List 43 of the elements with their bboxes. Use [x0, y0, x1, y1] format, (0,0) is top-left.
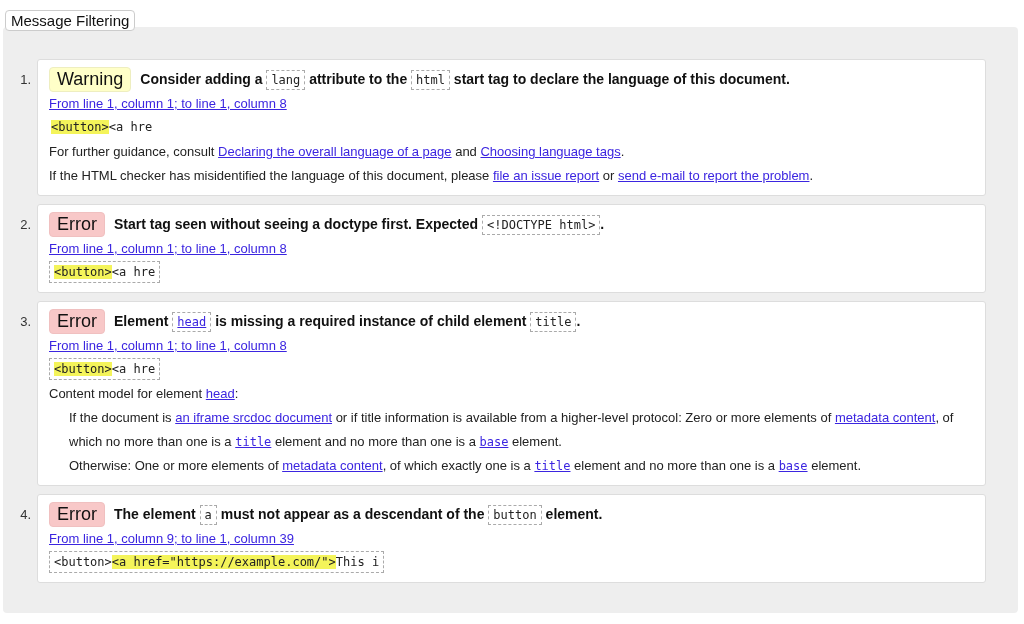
link[interactable]: head: [205, 386, 235, 401]
element-link[interactable]: title: [534, 459, 571, 473]
link[interactable]: Declaring the overall language of a page: [218, 144, 452, 159]
code-fragment: lang: [266, 70, 306, 90]
element-link[interactable]: base: [778, 459, 808, 473]
link[interactable]: Choosing language tags: [480, 144, 621, 159]
location-link[interactable]: From line 1, column 1; to line 1, column 8: [49, 336, 287, 356]
code-fragment: title: [530, 312, 577, 332]
link[interactable]: an iframe srcdoc document: [175, 410, 333, 425]
message-title: Element head is missing a required instance of child element title .: [114, 309, 581, 334]
location-link[interactable]: From line 1, column 1; to line 1, column 8: [49, 239, 287, 259]
list-number: 3.: [19, 313, 31, 329]
message-title: The element a must not appear as a descendant of the button element.: [114, 502, 603, 527]
source-extract: <button><a href="https://example.com/">This i: [49, 551, 385, 573]
list-number: 2.: [19, 216, 31, 232]
error-badge: Error: [49, 212, 105, 237]
warning-badge: Warning: [49, 67, 132, 92]
link[interactable]: metadata content: [282, 458, 383, 473]
list-number: 1.: [19, 71, 31, 87]
code-fragment: html: [411, 70, 450, 90]
error-badge: Error: [49, 309, 105, 334]
message-title: Consider adding a lang attribute to the html start tag to declare the language of this document.: [140, 67, 790, 92]
code-fragment: <!DOCTYPE html>: [482, 215, 601, 235]
source-extract: <button><a hre: [49, 261, 161, 283]
location-link[interactable]: From line 1, column 9; to line 1, column 39: [49, 529, 294, 549]
detail-text: For further guidance, consult Declaring the overall language of a page and Choosing language tags.: [49, 143, 626, 161]
code-fragment: a: [199, 505, 217, 525]
location-link[interactable]: From line 1, column 1; to line 1, column 8: [49, 94, 287, 114]
detail-text: If the document is an iframe srcdoc document or if title information is available from a higher-level protocol: Zero or more elements of metadata content, of which no more than one is a title element and no more than one is a base element.: [69, 409, 955, 451]
list-number: 4.: [19, 506, 31, 522]
element-link[interactable]: title: [235, 435, 272, 449]
detail-text: Content model for element head:: [49, 385, 240, 403]
link[interactable]: file an issue report: [492, 168, 600, 183]
source-extract: <button><a hre: [49, 358, 161, 380]
source-extract: <button><a hre: [50, 119, 154, 136]
message-filtering-button[interactable]: Message Filtering: [5, 10, 136, 31]
detail-text: Otherwise: One or more elements of metadata content, of which exactly one is a title element and no more than one is a base element.: [69, 457, 863, 475]
element-link[interactable]: base: [479, 435, 509, 449]
code-fragment: button: [488, 505, 542, 525]
error-badge: Error: [49, 502, 105, 527]
element-link[interactable]: head: [172, 312, 212, 332]
detail-text: If the HTML checker has misidentified the language of this document, please file an issue report or send e-mail to report the problem.: [49, 167, 815, 185]
message-title: Start tag seen without seeing a doctype first. Expected <!DOCTYPE html> .: [114, 212, 605, 237]
